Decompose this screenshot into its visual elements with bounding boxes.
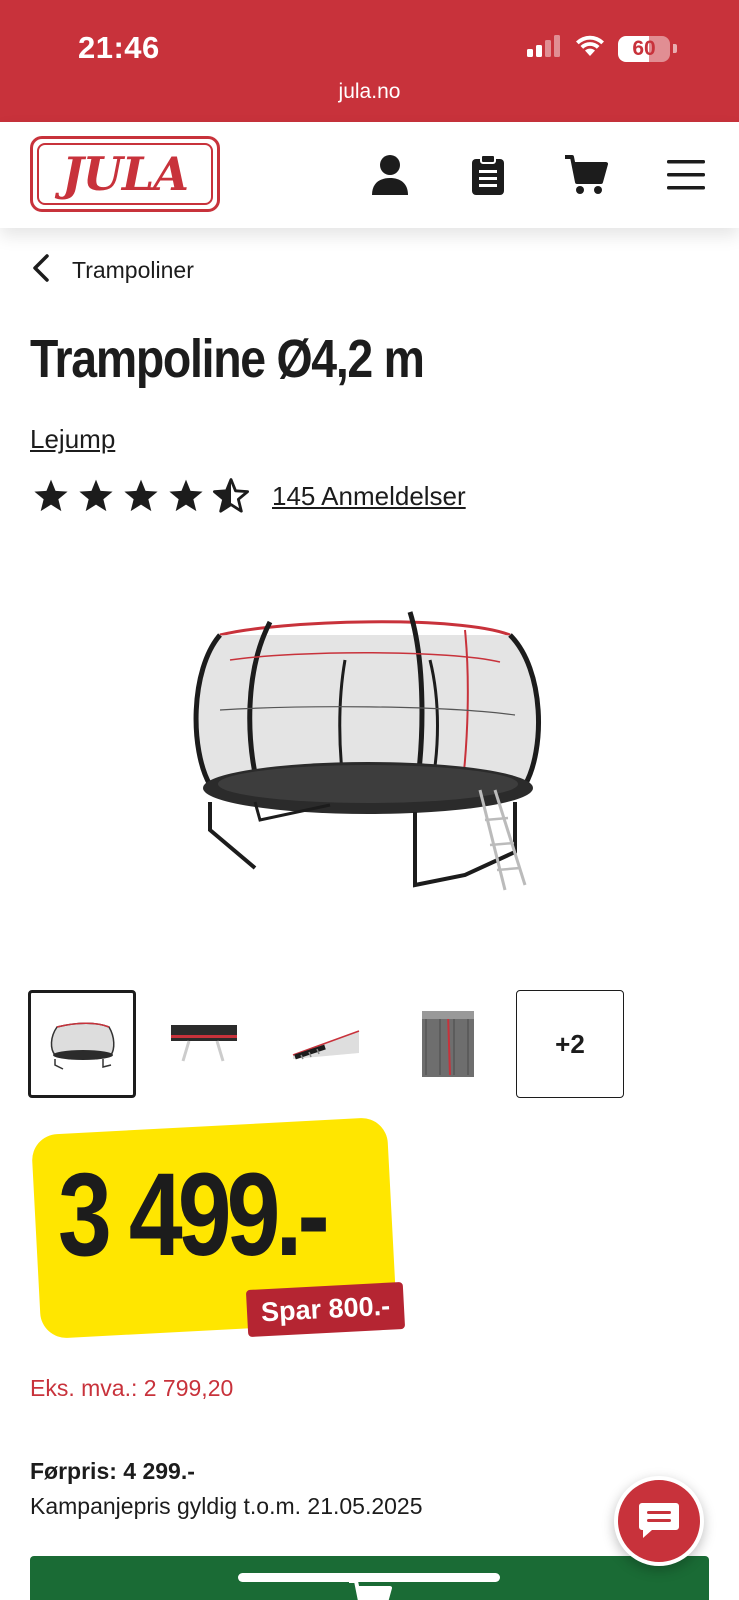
brand-link[interactable]: Lejump	[30, 424, 115, 455]
thumbnail-4[interactable]	[394, 990, 502, 1098]
star-icon	[169, 479, 203, 512]
battery-nub	[673, 44, 677, 53]
thumbnail-strip: +2	[28, 990, 624, 1098]
product-title: Trampoline Ø4,2 m	[30, 329, 425, 389]
home-indicator	[238, 1573, 500, 1582]
site-header: JULA	[0, 122, 739, 228]
thumbnail-1[interactable]	[28, 990, 136, 1098]
browser-url[interactable]: jula.no	[0, 80, 739, 104]
reviews-link[interactable]: 145 Anmeldelser	[272, 481, 466, 512]
breadcrumb-label[interactable]: Trampoliner	[72, 257, 194, 284]
rating-stars	[32, 478, 250, 514]
star-icon	[79, 479, 113, 512]
account-icon[interactable]	[366, 151, 414, 199]
product-main-image[interactable]	[170, 590, 570, 920]
cellular-signal-icon	[526, 34, 562, 63]
status-time: 21:46	[78, 30, 160, 65]
chevron-left-icon[interactable]	[30, 253, 52, 288]
thumbnail-3[interactable]	[272, 990, 380, 1098]
menu-icon[interactable]	[662, 151, 710, 199]
half-star-icon	[212, 478, 249, 513]
campaign-note: Kampanjepris gyldig t.o.m. 21.05.2025	[30, 1493, 423, 1519]
battery-level: 60	[632, 36, 656, 60]
product-price: 3 499.-	[58, 1149, 330, 1281]
price-ex-vat: Eks. mva.: 2 799,20	[30, 1375, 234, 1401]
star-icon	[34, 479, 68, 512]
save-badge: Spar 800.-	[245, 1281, 406, 1338]
jula-logo[interactable]: JULA	[30, 136, 220, 212]
logo-frame: JULA	[37, 143, 213, 205]
wifi-icon	[574, 34, 606, 63]
status-bar: 21:46 60 jula.no	[0, 0, 739, 122]
cart-icon[interactable]	[562, 151, 610, 199]
status-icons: 60	[526, 34, 677, 63]
product-rating[interactable]: 145 Anmeldelser	[32, 478, 466, 514]
logo-text: JULA	[62, 147, 189, 201]
more-images-button[interactable]: +2	[516, 990, 624, 1098]
chat-bubble-icon	[639, 1503, 679, 1538]
shopping-list-icon[interactable]	[464, 151, 512, 199]
thumbnail-2[interactable]	[150, 990, 258, 1098]
breadcrumb[interactable]: Trampoliner	[30, 250, 194, 290]
previous-price: Førpris: 4 299.-	[30, 1458, 195, 1484]
star-icon	[124, 479, 158, 512]
chat-button[interactable]	[614, 1476, 704, 1566]
battery-indicator: 60	[618, 35, 670, 62]
